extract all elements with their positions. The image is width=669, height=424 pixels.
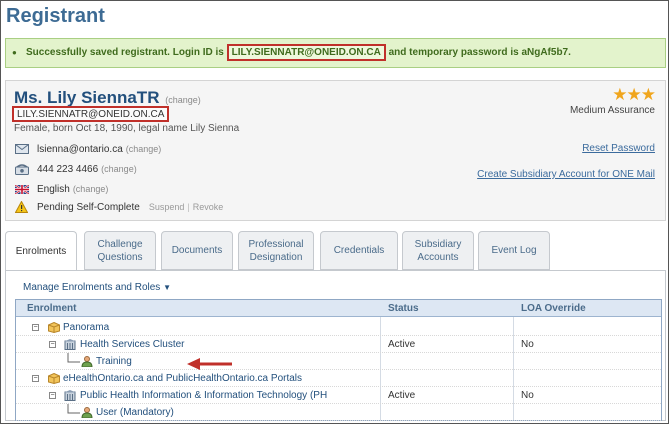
warning-icon bbox=[14, 201, 29, 213]
column-header-loa-override[interactable]: LOA Override bbox=[521, 303, 586, 314]
status-cell: Active bbox=[388, 339, 416, 350]
package-icon bbox=[48, 322, 60, 333]
status-value: Pending Self-Complete bbox=[37, 201, 140, 213]
table-row[interactable]: − Panorama bbox=[16, 319, 661, 336]
collapse-icon[interactable]: − bbox=[32, 375, 39, 382]
phone-value: 444 223 4466 bbox=[37, 163, 99, 175]
tab-professional-designation[interactable]: Professional Designation bbox=[238, 231, 314, 270]
enrolment-label[interactable]: User (Mandatory) bbox=[96, 407, 174, 418]
reset-password-link[interactable]: Reset Password bbox=[582, 143, 655, 154]
create-subsidiary-account-link[interactable]: Create Subsidiary Account for ONE Mail bbox=[477, 169, 655, 180]
language-value: English bbox=[37, 183, 70, 195]
caret-down-icon: ▼ bbox=[163, 283, 172, 292]
enrolments-grid: Enrolment Status LOA Override − Panorama… bbox=[15, 299, 662, 421]
manage-enrolments-label: Manage Enrolments and Roles bbox=[23, 282, 161, 293]
status-row: Pending Self-Complete Suspend | Revoke bbox=[14, 200, 223, 214]
table-row[interactable]: User (Mandatory) bbox=[16, 404, 661, 421]
uk-flag-icon bbox=[14, 183, 29, 195]
building-icon bbox=[64, 390, 76, 401]
phone-icon bbox=[14, 163, 29, 175]
email-value: lsienna@ontario.ca bbox=[37, 143, 123, 155]
login-id-highlight: LILY.SIENNATR@ONEID.ON.CA bbox=[226, 44, 386, 61]
phone-row: 444 223 4466 (change) bbox=[14, 162, 137, 176]
manage-enrolments-dropdown[interactable]: Manage Enrolments and Roles ▼ bbox=[23, 282, 171, 293]
assurance-level: Medium Assurance bbox=[569, 105, 655, 116]
page-title: Registrant bbox=[6, 5, 105, 27]
tab-credentials[interactable]: Credentials bbox=[320, 231, 398, 270]
separator: | bbox=[187, 202, 190, 212]
building-icon bbox=[64, 339, 76, 350]
package-icon bbox=[48, 373, 60, 384]
change-name-link[interactable]: (change) bbox=[165, 95, 201, 105]
tab-event-log[interactable]: Event Log bbox=[478, 231, 550, 270]
change-phone-link[interactable]: (change) bbox=[101, 164, 137, 174]
tab-documents[interactable]: Documents bbox=[161, 231, 233, 270]
enrolment-label[interactable]: Training bbox=[96, 356, 132, 367]
tree-connector-icon bbox=[67, 404, 80, 414]
red-arrow-icon bbox=[187, 358, 232, 370]
name-row: Ms. Lily SiennaTR (change) bbox=[14, 88, 201, 108]
collapse-icon[interactable]: − bbox=[32, 324, 39, 331]
column-header-status[interactable]: Status bbox=[388, 303, 419, 314]
user-role-icon bbox=[81, 356, 93, 367]
success-banner: ● Successfully saved registrant. Login I… bbox=[5, 38, 666, 68]
enrolment-label[interactable]: Health Services Cluster bbox=[80, 339, 184, 350]
login-id-highlight-box: LILY.SIENNATR@ONEID.ON.CA bbox=[12, 106, 170, 122]
profile-panel: Ms. Lily SiennaTR (change) LILY.SIENNATR… bbox=[5, 80, 666, 221]
person-details: Female, born Oct 18, 1990, legal name Li… bbox=[14, 123, 240, 134]
assurance-stars-icon: ★★★ bbox=[612, 85, 656, 104]
success-text-before: Successfully saved registrant. Login ID … bbox=[26, 47, 227, 58]
table-row[interactable]: − Public Health Information & Informatio… bbox=[16, 387, 661, 404]
change-email-link[interactable]: (change) bbox=[126, 144, 162, 154]
enrolment-label[interactable]: Panorama bbox=[63, 322, 109, 333]
suspend-link[interactable]: Suspend bbox=[149, 202, 185, 212]
email-row: lsienna@ontario.ca (change) bbox=[14, 142, 161, 156]
column-header-enrolment[interactable]: Enrolment bbox=[27, 303, 76, 314]
grid-header: Enrolment Status LOA Override bbox=[16, 300, 661, 317]
language-row: English (change) bbox=[14, 182, 108, 196]
loa-cell: No bbox=[521, 390, 534, 401]
change-language-link[interactable]: (change) bbox=[73, 184, 109, 194]
enrolments-panel: Manage Enrolments and Roles ▼ Enrolment … bbox=[5, 270, 666, 421]
window-frame: Registrant ● Successfully saved registra… bbox=[0, 0, 669, 424]
collapse-icon[interactable]: − bbox=[49, 392, 56, 399]
tab-bar: Enrolments Challenge Questions Documents… bbox=[5, 231, 666, 271]
table-row[interactable]: Training bbox=[16, 353, 661, 370]
tab-subsidiary-accounts[interactable]: Subsidiary Accounts bbox=[402, 231, 474, 270]
person-name: Ms. Lily SiennaTR bbox=[14, 88, 160, 107]
user-role-icon bbox=[81, 407, 93, 418]
table-row[interactable]: − Health Services Cluster Active No bbox=[16, 336, 661, 353]
tab-challenge-questions[interactable]: Challenge Questions bbox=[84, 231, 156, 270]
enrolment-label[interactable]: eHealthOntario.ca and PublicHealthOntari… bbox=[63, 373, 302, 384]
tab-enrolments[interactable]: Enrolments bbox=[5, 231, 77, 271]
envelope-icon bbox=[14, 143, 29, 155]
loa-cell: No bbox=[521, 339, 534, 350]
enrolment-label[interactable]: Public Health Information & Information … bbox=[80, 390, 327, 401]
revoke-link[interactable]: Revoke bbox=[193, 202, 224, 212]
bullet-icon: ● bbox=[12, 48, 17, 57]
table-row[interactable]: − eHealthOntario.ca and PublicHealthOnta… bbox=[16, 370, 661, 387]
success-text-after: and temporary password is aNgAf5b7. bbox=[385, 47, 571, 58]
success-message: Successfully saved registrant. Login ID … bbox=[26, 44, 571, 61]
collapse-icon[interactable]: − bbox=[49, 341, 56, 348]
tree-connector-icon bbox=[67, 353, 80, 363]
status-cell: Active bbox=[388, 390, 416, 401]
